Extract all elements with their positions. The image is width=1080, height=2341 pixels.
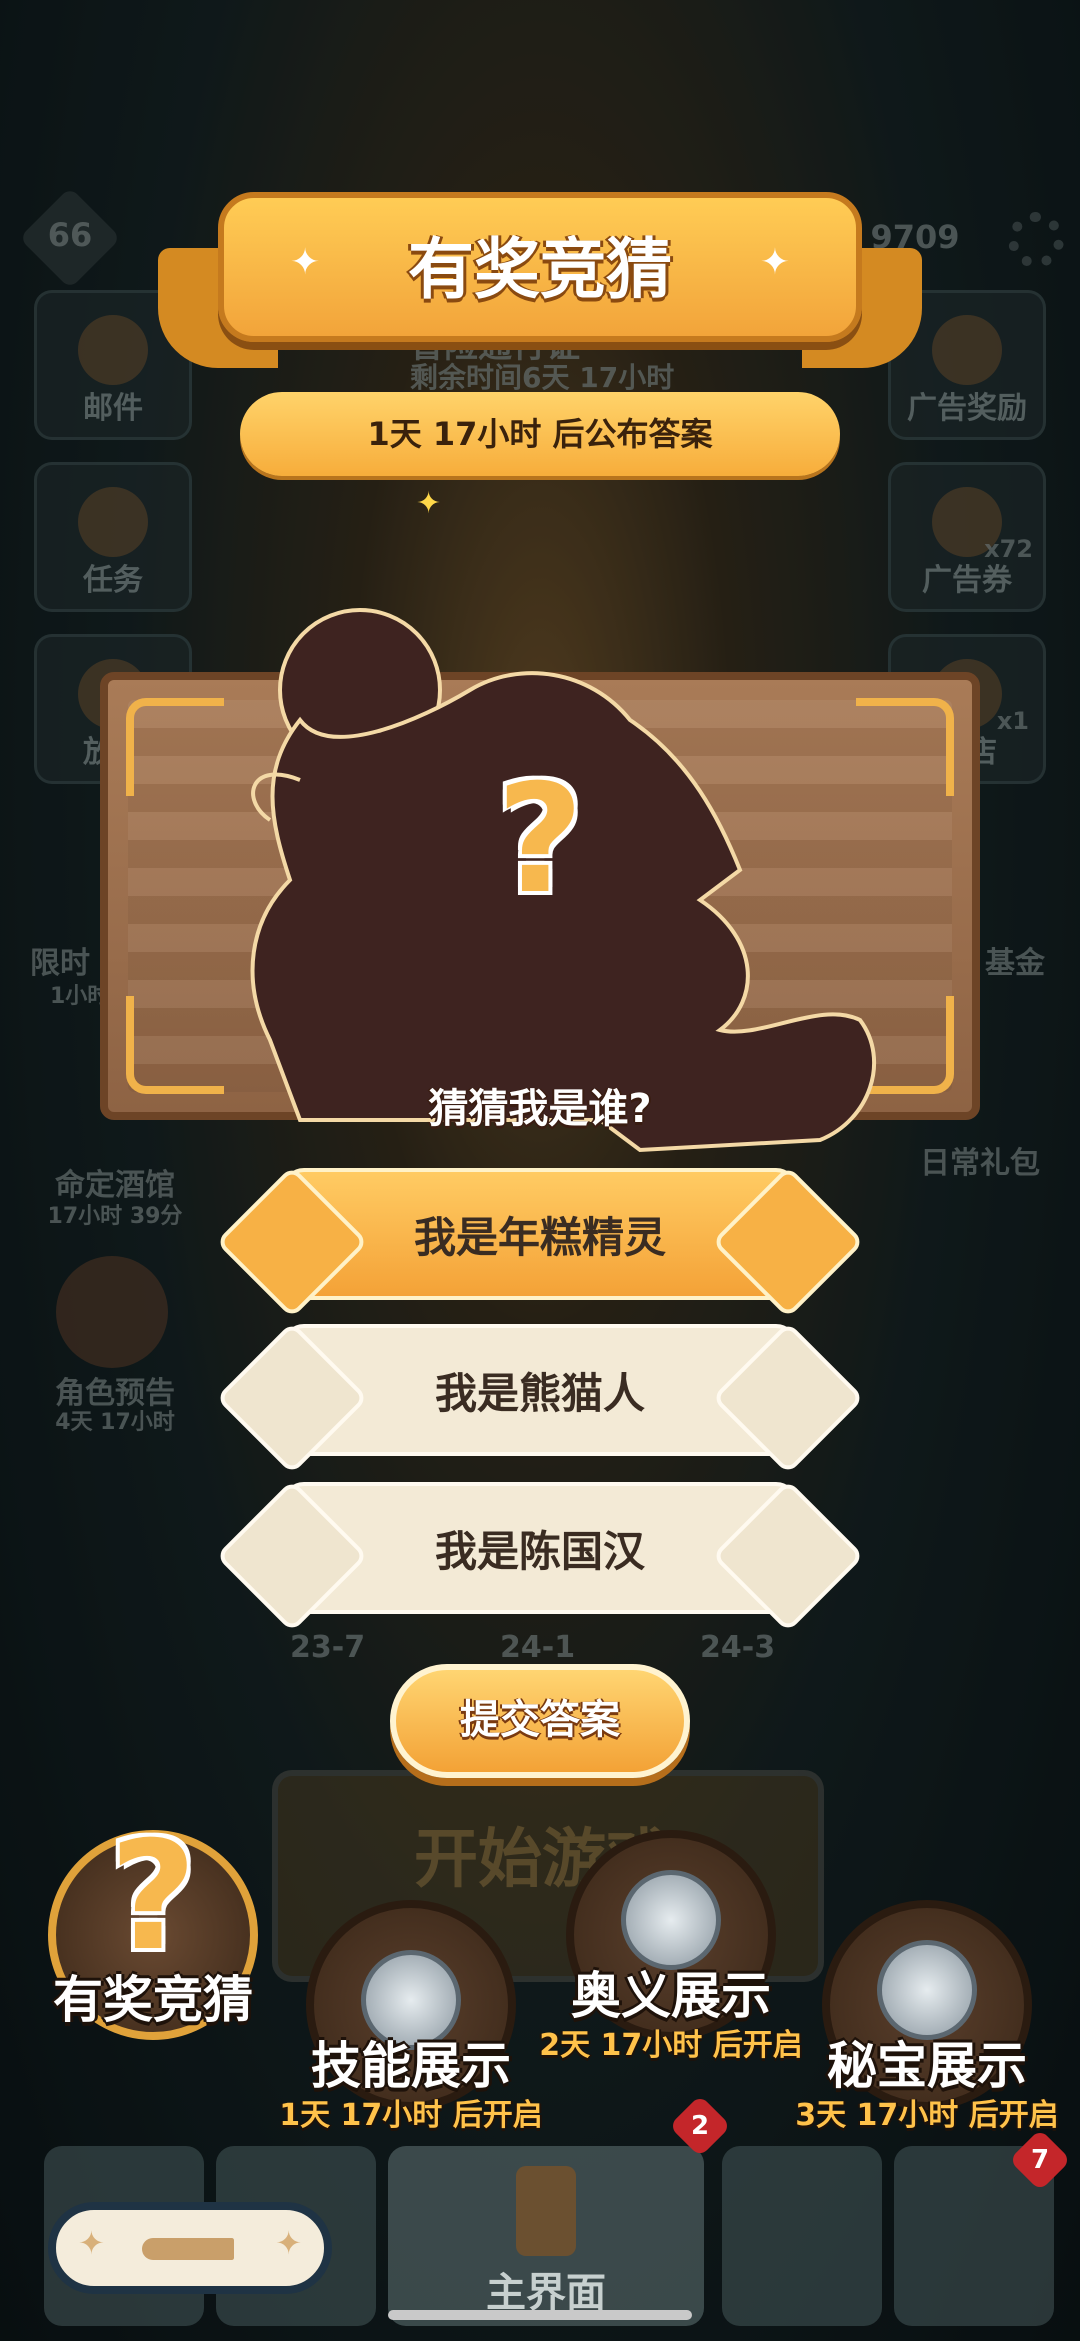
feature-skill[interactable]: 技能展示 1天 17小时 后开启: [279, 1900, 543, 2133]
lock-icon: [621, 1870, 721, 1970]
nav-tab-home[interactable]: 主界面: [388, 2146, 704, 2326]
feature-treasure[interactable]: 秘宝展示 3天 17小时 后开启: [795, 1900, 1059, 2133]
answer-option-2[interactable]: 我是熊猫人: [215, 1321, 865, 1475]
answer-option-label: 我是熊猫人: [434, 1369, 645, 1418]
answer-option-1[interactable]: 我是年糕精灵: [215, 1165, 865, 1319]
notification-badge: 7: [1008, 2128, 1072, 2192]
feature-label: 秘宝展示: [827, 2037, 1027, 2095]
sparkle-icon: ✦: [275, 2224, 302, 2262]
question-mark-icon: ?: [109, 1810, 197, 1984]
notification-badge: 2: [668, 2094, 732, 2158]
feature-quiz[interactable]: ? 有奖竞猜: [48, 1810, 258, 2040]
back-button[interactable]: ✦ ✦: [48, 2202, 332, 2294]
question-mark-icon: ?: [496, 753, 584, 927]
quiz-prompt: 猜猜我是谁?: [428, 1086, 652, 1132]
feature-ultimate[interactable]: 奥义展示 2天 17小时 后开启: [539, 1830, 803, 2063]
home-icon: [516, 2166, 576, 2256]
sparkle-icon: ✦: [78, 2224, 105, 2262]
arrow-icon: [142, 2238, 234, 2260]
feature-countdown: 1天 17小时 后开启: [279, 2098, 543, 2133]
mystery-character-silhouette: [250, 608, 877, 1153]
lock-icon: [877, 1940, 977, 2040]
feature-label: 有奖竞猜: [53, 1971, 253, 2029]
nav-tab[interactable]: [722, 2146, 882, 2326]
submit-answer-button[interactable]: 提交答案: [390, 1664, 690, 1778]
answer-option-3[interactable]: 我是陈国汉: [215, 1479, 865, 1633]
feature-countdown: 3天 17小时 后开启: [795, 2098, 1059, 2133]
answer-option-label: 我是年糕精灵: [413, 1213, 666, 1262]
home-indicator: [388, 2310, 692, 2320]
answer-option-label: 我是陈国汉: [434, 1527, 645, 1576]
feature-label: 奥义展示: [571, 1967, 771, 2025]
